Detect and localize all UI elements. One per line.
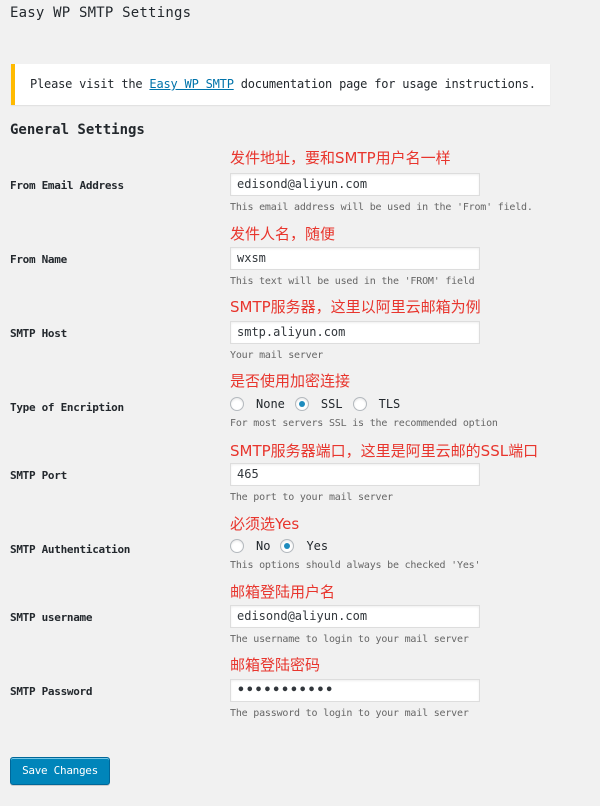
annotation-password: 邮箱登陆密码 (230, 656, 321, 674)
save-changes-button[interactable]: Save Changes (10, 757, 110, 785)
annotation-smtp-host: SMTP服务器，这里以阿里云邮箱为例 (230, 298, 481, 316)
smtp-host-description: Your mail server (230, 350, 324, 361)
from-name-description: This text will be used in the 'FROM' fie… (230, 276, 475, 287)
annotation-username: 邮箱登陆用户名 (230, 583, 336, 601)
annotation-authentication: 必须选Yes (230, 515, 300, 533)
encryption-radio-none[interactable] (230, 397, 244, 411)
username-label: SMTP username (10, 611, 93, 624)
encryption-option-label: SSL (320, 397, 343, 411)
page-title: Easy WP SMTP Settings (10, 5, 192, 21)
from-email-input[interactable]: edisond@aliyun.com (230, 173, 480, 196)
authentication-radio-yes[interactable] (280, 539, 295, 553)
password-label: SMTP Password (10, 685, 93, 698)
smtp-port-description: The port to your mail server (230, 492, 393, 503)
smtp-port-input[interactable]: 465 (230, 463, 480, 486)
authentication-option-label: No (256, 539, 271, 553)
encryption-radio-tls[interactable] (352, 397, 367, 411)
authentication-option-label: Yes (306, 539, 329, 553)
from-email-label: From Email Address (10, 179, 124, 192)
notice-text-before: Please visit the (30, 77, 150, 91)
encryption-radio-group: None SSL TLS (230, 397, 410, 411)
smtp-host-input[interactable]: smtp.aliyun.com (230, 321, 480, 344)
authentication-description: This options should always be checked 'Y… (230, 560, 481, 571)
settings-page: Easy WP SMTP Settings Please visit the E… (0, 0, 600, 806)
encryption-option-label: None (256, 397, 285, 411)
from-name-label: From Name (10, 253, 67, 266)
encryption-label: Type of Encription (10, 401, 124, 414)
section-title: General Settings (10, 122, 145, 138)
encryption-radio-ssl[interactable] (294, 397, 309, 411)
documentation-link[interactable]: Easy WP SMTP (149, 77, 233, 91)
encryption-option-tls[interactable]: TLS (352, 397, 401, 411)
annotation-encryption: 是否使用加密连接 (230, 372, 351, 390)
password-input[interactable]: ••••••••••• (230, 679, 480, 702)
password-description: The password to login to your mail serve… (230, 708, 469, 719)
username-input[interactable]: edisond@aliyun.com (230, 605, 480, 628)
username-description: The username to login to your mail serve… (230, 634, 469, 645)
authentication-radio-no[interactable] (230, 539, 244, 553)
annotation-from-name: 发件人名，随便 (230, 225, 336, 243)
smtp-host-label: SMTP Host (10, 327, 67, 340)
smtp-port-label: SMTP Port (10, 469, 67, 482)
notice-box: Please visit the Easy WP SMTP documentat… (11, 64, 550, 105)
authentication-option-no[interactable]: No (230, 539, 270, 553)
encryption-option-none[interactable]: None (230, 397, 285, 411)
authentication-radio-group: No Yes (230, 539, 338, 553)
encryption-option-label: TLS (378, 397, 401, 411)
from-email-description: This email address will be used in the '… (230, 202, 533, 213)
encryption-option-ssl[interactable]: SSL (294, 397, 343, 411)
annotation-from-email: 发件地址，要和SMTP用户名一样 (230, 149, 451, 167)
annotation-smtp-port: SMTP服务器端口，这里是阿里云邮的SSL端口 (230, 442, 539, 460)
from-name-input[interactable]: wxsm (230, 247, 480, 270)
authentication-option-yes[interactable]: Yes (280, 539, 328, 553)
authentication-label: SMTP Authentication (10, 543, 131, 556)
notice-text-after: documentation page for usage instruction… (233, 77, 536, 91)
encryption-description: For most servers SSL is the recommended … (230, 418, 498, 429)
